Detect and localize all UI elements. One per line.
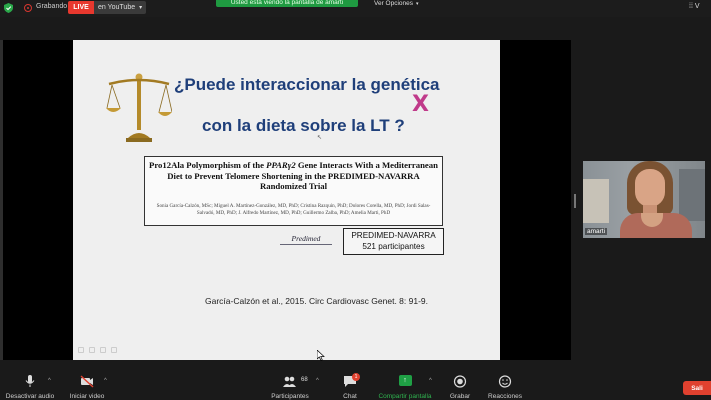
reactions-button[interactable]: Reacciones [487, 372, 523, 400]
participants-label: Participantes [271, 393, 309, 400]
slide-question-line2: con la dieta sobre la LT ? [202, 116, 405, 135]
mute-button[interactable]: Desactivar audio [4, 372, 56, 400]
paper-title: Pro12Ala Polymorphism of the PPARγ2 Gene… [149, 160, 438, 192]
menu-icon[interactable] [111, 347, 117, 353]
paper-authors: Sonia García-Calzón, MSc; Miguel A. Mart… [156, 203, 431, 216]
study-name: PREDIMED-NAVARRA [351, 231, 436, 240]
paper-header: Pro12Ala Polymorphism of the PPARγ2 Gene… [144, 156, 443, 226]
youtube-stream-button[interactable]: en YouTube ▾ [94, 1, 146, 14]
participant-video[interactable]: amarti [583, 161, 705, 238]
gene-name: PPARγ2 [266, 160, 296, 170]
chat-label: Chat [343, 393, 357, 400]
share-screen-button[interactable]: ↑ Compartir pantalla [374, 372, 436, 400]
shield-icon[interactable] [4, 3, 13, 13]
prev-slide-icon[interactable] [78, 347, 84, 353]
record-label: Grabar [449, 393, 471, 400]
chat-unread-badge: 1 [352, 373, 360, 381]
share-screen-label: Compartir pantalla [378, 393, 432, 400]
pointer-icon: ↖ [317, 135, 323, 141]
participants-options-chevron-icon[interactable]: ^ [316, 378, 319, 384]
youtube-label: en YouTube [98, 4, 136, 11]
leave-button[interactable]: Sali [683, 381, 711, 395]
participant-count: 521 participantes [362, 241, 425, 251]
next-slide-icon[interactable] [89, 347, 95, 353]
record-icon [453, 375, 467, 388]
live-badge[interactable]: LIVE [68, 1, 94, 14]
slide-controls[interactable] [78, 347, 122, 355]
chromosome-icon: X [412, 92, 429, 117]
presentation-slide: ¿Puede interaccionar la genética con la … [73, 40, 500, 360]
chat-button[interactable]: 1 Chat [336, 372, 364, 400]
participants-button[interactable]: 68 Participantes [268, 372, 312, 400]
balance-scale-icon [106, 73, 172, 142]
video-camera-off-icon [80, 375, 94, 388]
mute-label: Desactivar audio [5, 393, 55, 400]
mouse-cursor-icon [317, 350, 325, 361]
study-info-box: PREDIMED-NAVARRA 521 participantes [343, 228, 444, 255]
start-video-label: Iniciar video [69, 393, 105, 400]
participant-name: amarti [585, 228, 608, 235]
participants-icon [283, 376, 296, 387]
chevron-down-icon: ▾ [139, 5, 143, 11]
view-options-button[interactable]: Ver Opciones ▾ [374, 0, 419, 7]
view-button[interactable]: ⁞⁞ V [689, 3, 700, 10]
slide-question-line1: ¿Puede interaccionar la genética [174, 75, 440, 94]
recording-label: Grabando [36, 3, 68, 10]
reactions-icon [498, 375, 512, 388]
share-status-banner: Usted está viendo la pantalla de amarti [216, 0, 358, 7]
panel-resize-handle[interactable] [574, 194, 576, 208]
record-button[interactable]: Grabar [446, 372, 474, 400]
meeting-toolbar: Desactivar audio ^ Iniciar video ^ 68 Pa… [0, 372, 711, 400]
share-options-chevron-icon[interactable]: ^ [429, 378, 432, 384]
citation: García-Calzón et al., 2015. Circ Cardiov… [205, 296, 428, 306]
meeting-top-bar: Grabando LIVE en YouTube ▾ Usted está vi… [0, 0, 711, 17]
view-options-label: Ver Opciones [374, 0, 414, 7]
audio-options-chevron-icon[interactable]: ^ [48, 378, 51, 384]
chevron-down-icon: ▾ [416, 1, 419, 7]
start-video-button[interactable]: Iniciar video [64, 372, 110, 400]
recording-icon [24, 4, 32, 12]
predimed-logo: Predimed [275, 233, 337, 248]
share-screen-icon: ↑ [398, 375, 412, 386]
grid-icon: ⁞⁞ [689, 3, 693, 10]
view-label: V [694, 3, 700, 10]
microphone-icon [25, 375, 35, 387]
participants-count: 68 [301, 377, 308, 383]
video-options-chevron-icon[interactable]: ^ [104, 378, 107, 384]
zoom-icon[interactable] [100, 347, 106, 353]
reactions-label: Reacciones [488, 393, 522, 400]
